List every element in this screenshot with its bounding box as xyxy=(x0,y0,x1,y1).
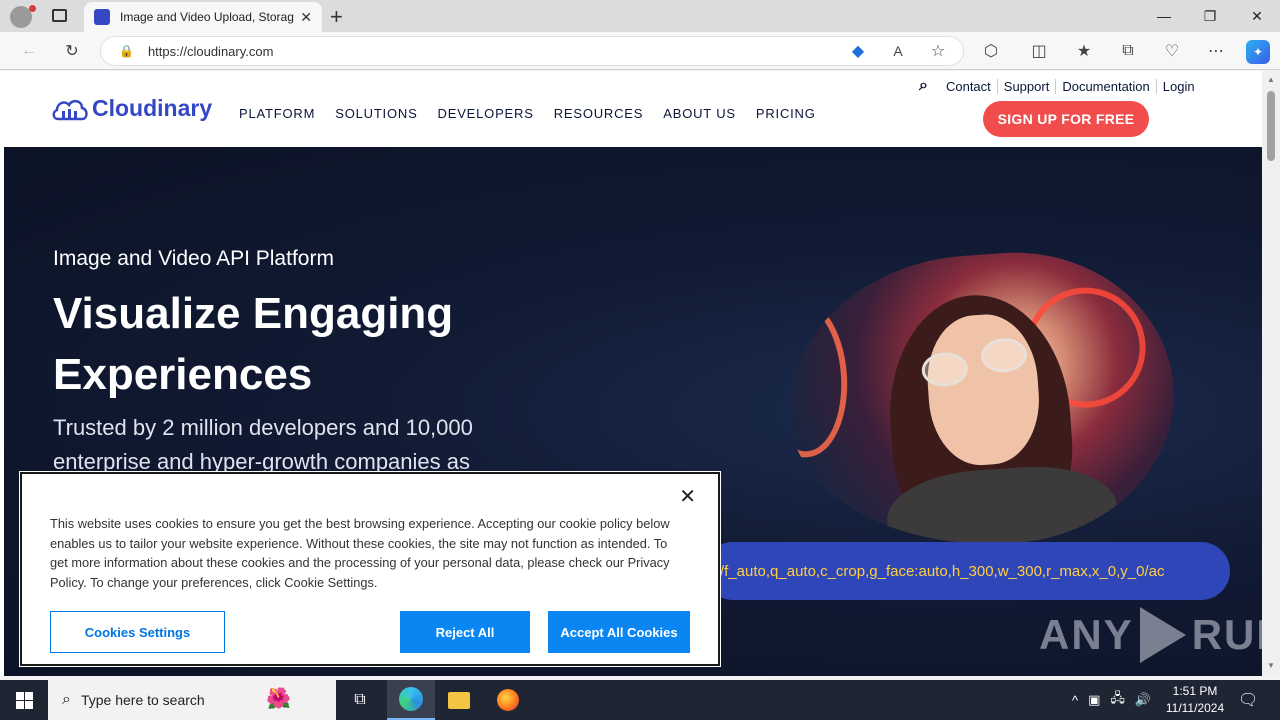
neon-light xyxy=(779,294,853,461)
notifications-icon[interactable]: 🗨 xyxy=(1238,680,1258,720)
reject-all-button[interactable]: Reject All xyxy=(400,611,530,653)
edge-taskbar-icon[interactable] xyxy=(387,680,435,720)
windows-icon xyxy=(15,691,33,709)
main-nav: PLATFORM SOLUTIONS DEVELOPERS RESOURCES … xyxy=(239,106,816,121)
firefox-logo xyxy=(497,689,519,711)
cloud-logo-icon xyxy=(52,99,88,120)
search-glass-icon: ⌕ xyxy=(62,691,71,708)
taskbar-search[interactable]: ⌕ Type here to search 🌺 xyxy=(48,680,336,720)
logo-text: Cloudinary xyxy=(92,95,213,121)
nav-platform[interactable]: PLATFORM xyxy=(239,106,315,121)
search-highlight-icon: 🌺 xyxy=(266,688,291,710)
tab-bar: Image and Video Upload, Storag ✕ + — ❐ ✕ xyxy=(0,0,1280,32)
watermark-any: ANY xyxy=(1039,611,1134,658)
site-header: Cloudinary PLATFORM SOLUTIONS DEVELOPERS… xyxy=(4,71,1262,147)
hero-subtitle: Image and Video API Platform xyxy=(53,247,334,270)
scroll-down-icon[interactable]: ▼ xyxy=(1267,661,1275,670)
refresh-icon[interactable]: ↻ xyxy=(61,40,83,62)
active-tab[interactable]: Image and Video Upload, Storag ✕ xyxy=(84,2,322,32)
tab-title: Image and Video Upload, Storag xyxy=(120,10,294,24)
volume-icon[interactable]: 🔊 xyxy=(1135,692,1151,708)
taskbar: ⌕ Type here to search 🌺 ⧉ ^ ▣ 🖧 🔊 1:51 P… xyxy=(0,680,1280,720)
scroll-thumb[interactable] xyxy=(1267,91,1275,161)
play-icon xyxy=(1139,607,1186,663)
clock-time: 1:51 PM xyxy=(1172,684,1218,698)
close-tab-icon[interactable]: ✕ xyxy=(300,9,312,26)
tray-chevron-icon[interactable]: ^ xyxy=(1072,693,1078,708)
cookie-dialog: ✕ This website uses cookies to ensure yo… xyxy=(20,472,720,666)
close-window-icon[interactable]: ✕ xyxy=(1234,0,1280,32)
contact-link[interactable]: Contact xyxy=(940,79,997,94)
anyrun-watermark: ANY RUN xyxy=(1039,607,1262,663)
cookie-settings-button[interactable]: Cookies Settings xyxy=(50,611,225,653)
browser-essentials-icon[interactable]: ♡ xyxy=(1161,40,1183,62)
network-icon[interactable]: 🖧 xyxy=(1110,689,1125,711)
lock-icon[interactable]: 🔒 xyxy=(119,44,134,58)
shopping-tag-icon[interactable]: ◆ xyxy=(847,40,869,62)
split-screen-icon[interactable]: ◫ xyxy=(1028,40,1050,62)
file-explorer-icon[interactable] xyxy=(435,680,483,720)
clock-date: 11/11/2024 xyxy=(1165,701,1225,715)
search-placeholder: Type here to search xyxy=(80,692,205,708)
task-view-icon[interactable]: ⧉ xyxy=(336,680,384,720)
nav-developers[interactable]: DEVELOPERS xyxy=(438,106,534,121)
nav-about-us[interactable]: ABOUT US xyxy=(663,106,736,121)
collections-icon[interactable]: ⧉ xyxy=(1117,40,1139,62)
top-links: ⌕ Contact Support Documentation Login xyxy=(919,77,1201,95)
cloudinary-logo[interactable]: Cloudinary xyxy=(52,95,212,122)
folder-shape xyxy=(448,691,470,709)
close-dialog-icon[interactable]: ✕ xyxy=(679,484,696,509)
cloudinary-favicon xyxy=(94,9,110,25)
toolbar: ← ↻ 🔒 https://cloudinary.com ◆ A ☆ ⬡ ◫ ★… xyxy=(0,32,1280,70)
scroll-up-icon[interactable]: ▲ xyxy=(1267,75,1275,84)
signup-button[interactable]: SIGN UP FOR FREE xyxy=(983,101,1149,137)
hero-title: Visualize Engaging Experiences xyxy=(53,289,454,399)
nav-pricing[interactable]: PRICING xyxy=(756,106,816,121)
tray-device-icon[interactable]: ▣ xyxy=(1088,692,1100,708)
cookie-text: This website uses cookies to ensure you … xyxy=(50,516,670,590)
notification-dot xyxy=(29,5,36,12)
more-menu-icon[interactable]: ⋯ xyxy=(1205,40,1227,62)
search-icon[interactable]: ⌕ xyxy=(919,77,928,95)
system-tray: ^ ▣ 🖧 🔊 xyxy=(1072,680,1151,720)
start-button[interactable] xyxy=(0,680,48,720)
favorites-icon[interactable]: ★ xyxy=(1073,40,1095,62)
edge-logo xyxy=(399,687,423,711)
address-bar[interactable]: 🔒 https://cloudinary.com xyxy=(100,36,964,66)
copilot-icon[interactable]: ✦ xyxy=(1246,40,1270,64)
hero-description: Trusted by 2 million developers and 10,0… xyxy=(53,415,473,474)
new-tab-button[interactable]: + xyxy=(330,4,343,30)
page-scrollbar[interactable]: ▲ ▼ xyxy=(1262,71,1280,676)
firefox-icon[interactable] xyxy=(484,680,532,720)
url-text: https://cloudinary.com xyxy=(147,43,274,59)
extensions-icon[interactable]: ⬡ xyxy=(980,40,1002,62)
nav-solutions[interactable]: SOLUTIONS xyxy=(335,106,417,121)
restore-icon[interactable]: ❐ xyxy=(1187,0,1233,32)
tab-actions-icon[interactable] xyxy=(52,9,67,22)
favorite-star-icon[interactable]: ☆ xyxy=(927,40,949,62)
nav-resources[interactable]: RESOURCES xyxy=(554,106,644,121)
watermark-run: RUN xyxy=(1191,611,1262,658)
hero-image xyxy=(779,241,1184,559)
read-aloud-icon[interactable]: A xyxy=(887,40,909,62)
minimize-icon[interactable]: — xyxy=(1141,0,1187,32)
back-icon[interactable]: ← xyxy=(18,40,40,62)
taskbar-clock[interactable]: 1:51 PM 11/11/2024 xyxy=(1160,683,1230,717)
transformation-url: /f_auto,q_auto,c_crop,g_face:auto,h_300,… xyxy=(704,542,1230,600)
support-link[interactable]: Support xyxy=(996,78,1056,94)
accept-all-button[interactable]: Accept All Cookies xyxy=(548,611,690,653)
login-link[interactable]: Login xyxy=(1155,78,1201,94)
documentation-link[interactable]: Documentation xyxy=(1055,78,1155,94)
